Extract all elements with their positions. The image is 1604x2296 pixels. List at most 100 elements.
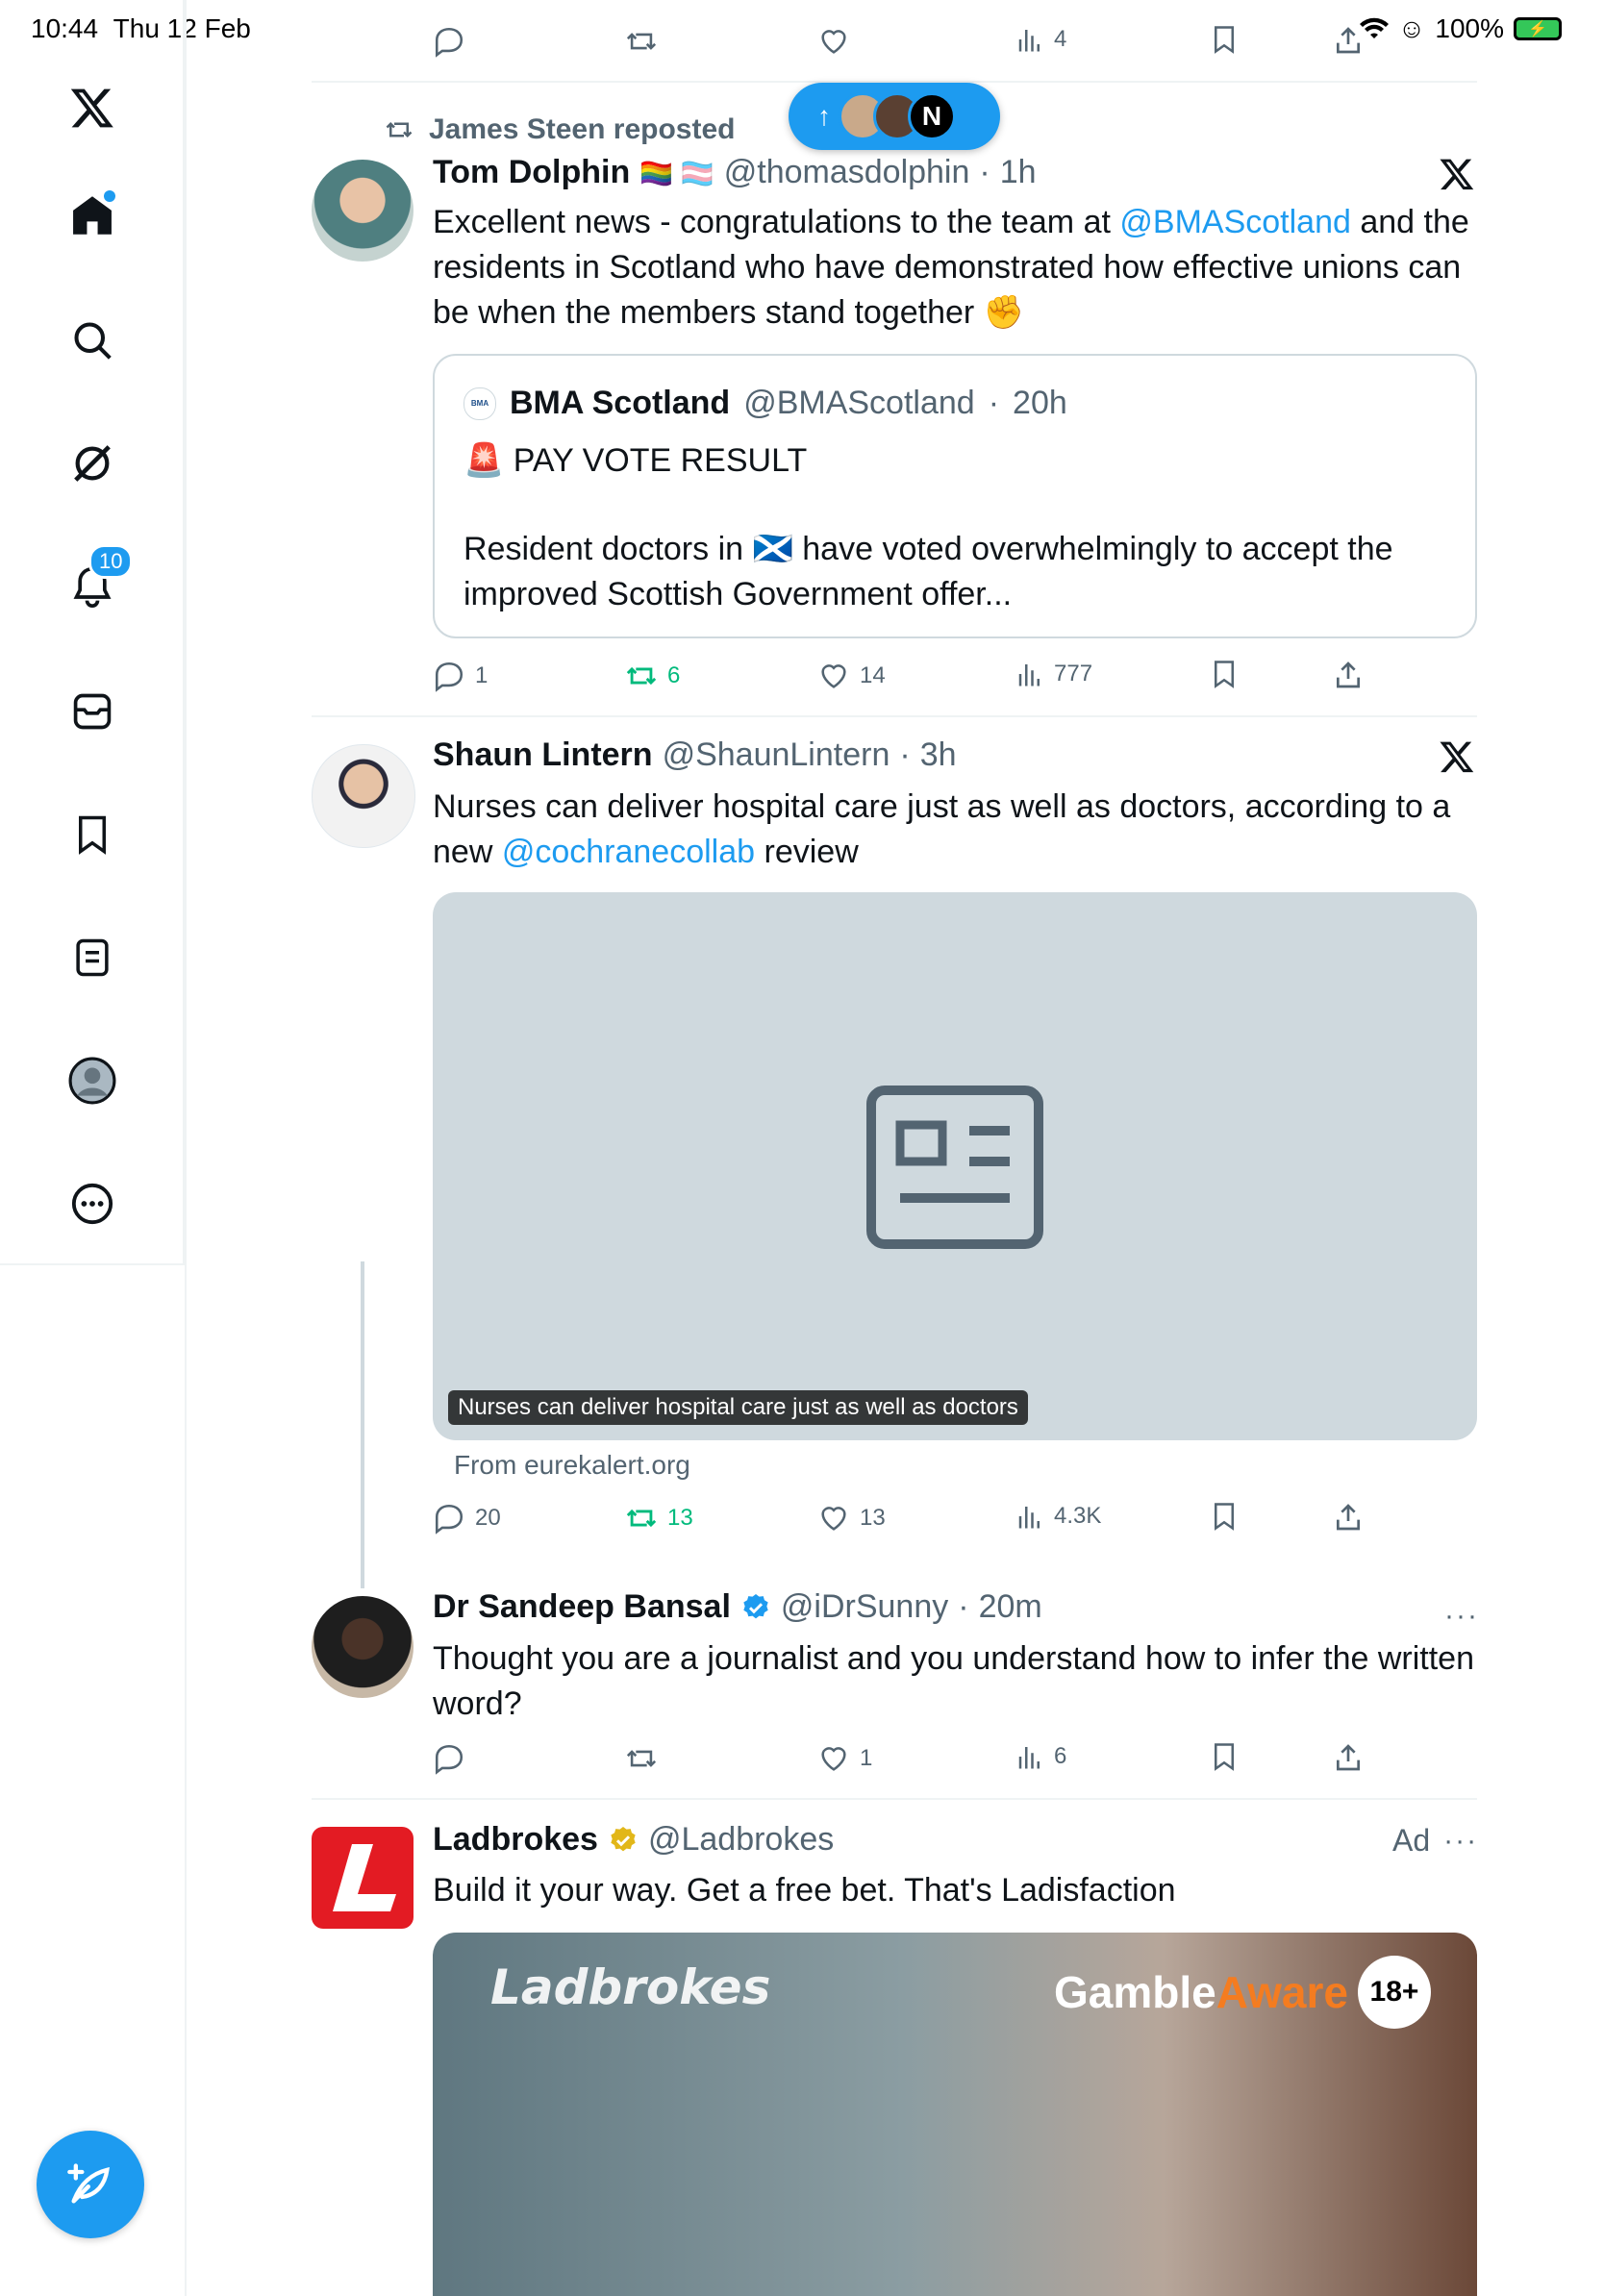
reply-button[interactable]: 1 (433, 660, 488, 692)
avatar: BMA (464, 387, 496, 420)
reply-button[interactable]: 20 (433, 1502, 501, 1535)
reply-button[interactable] (433, 25, 465, 58)
reply-icon (435, 661, 464, 692)
quote-author-handle: @BMAScotland (743, 385, 975, 421)
repost-icon (626, 1750, 657, 1767)
repost-icon (626, 33, 657, 50)
grok-icon[interactable] (67, 438, 117, 488)
author-handle[interactable]: @Ladbrokes (648, 1821, 834, 1859)
post-header: Dr Sandeep Bansal @iDrSunny · 20m (433, 1588, 1042, 1626)
more-icon[interactable] (67, 1179, 117, 1229)
link-source[interactable]: From eurekalert.org (454, 1450, 690, 1481)
ad-brand-overlay: Ladbrokes (490, 1959, 771, 2015)
repost-icon (626, 1509, 657, 1528)
heart-icon (821, 1507, 846, 1531)
avatar[interactable] (312, 1596, 414, 1698)
arrow-up-icon: ↑ (817, 101, 831, 131)
views-icon (1018, 1507, 1040, 1529)
home-unread-dot (104, 190, 115, 202)
like-button[interactable]: 14 (817, 660, 886, 692)
compose-post-button[interactable] (37, 2131, 144, 2238)
bookmark-icon (1215, 1503, 1234, 1531)
share-button[interactable] (1333, 660, 1364, 690)
author-handle[interactable]: @iDrSunny (781, 1588, 948, 1626)
like-button[interactable]: 13 (817, 1502, 886, 1535)
home-icon[interactable] (67, 190, 117, 240)
bookmark-button[interactable] (1210, 1502, 1239, 1531)
new-posts-pill[interactable]: ↑ N (789, 83, 1000, 150)
bookmark-button[interactable] (1210, 660, 1239, 688)
author-handle[interactable]: @thomasdolphin (724, 154, 970, 191)
author-name[interactable]: Shaun Lintern (433, 736, 653, 774)
reply-button[interactable] (433, 1742, 465, 1775)
avatar: N (908, 92, 956, 140)
views-count: 4.3K (1054, 1503, 1102, 1529)
post-actions: 20 13 13 4.3K (433, 1502, 1394, 1540)
repost-button[interactable] (625, 1742, 658, 1775)
quoted-post[interactable]: BMA BMA Scotland @BMAScotland · 20h 🚨 PA… (433, 354, 1477, 638)
views-button[interactable]: 6 (1015, 1742, 1066, 1771)
more-options-icon[interactable]: ··· (1444, 1600, 1479, 1633)
repost-count: 13 (667, 1505, 693, 1531)
post-header: Ladbrokes @Ladbrokes (433, 1821, 834, 1859)
link-card-media[interactable]: Nurses can deliver hospital care just as… (433, 892, 1477, 1440)
post-actions: 1 6 14 777 (433, 660, 1394, 698)
share-icon (1337, 1744, 1360, 1771)
post-time[interactable]: 20m (979, 1588, 1042, 1626)
repost-button[interactable] (625, 25, 658, 58)
views-button[interactable]: 4.3K (1015, 1502, 1101, 1531)
more-options-icon[interactable]: ··· (1443, 1825, 1478, 1858)
repost-indicator: James Steen reposted (383, 113, 735, 146)
article-icon (866, 1086, 1043, 1249)
like-button[interactable] (817, 25, 850, 58)
share-icon (1337, 27, 1360, 54)
profile-icon[interactable] (67, 1056, 117, 1106)
author-name[interactable]: Ladbrokes (433, 1821, 598, 1859)
avatar[interactable] (312, 160, 414, 262)
author-name[interactable]: Dr Sandeep Bansal (433, 1588, 731, 1626)
like-count: 14 (860, 662, 886, 688)
author-handle[interactable]: @ShaunLintern (663, 736, 890, 774)
repost-label[interactable]: James Steen reposted (429, 113, 735, 146)
gold-verified-badge-icon (611, 1826, 636, 1851)
ad-media[interactable]: Ladbrokes Gamble Aware 18+ (433, 1933, 1477, 2296)
x-logo-icon[interactable] (67, 83, 117, 133)
views-button[interactable]: 4 (1015, 25, 1066, 54)
mention-link[interactable]: @cochranecollab (502, 834, 755, 870)
notifications-icon[interactable]: 10 (67, 544, 134, 611)
share-button[interactable] (1333, 1502, 1364, 1533)
share-button[interactable] (1333, 1742, 1364, 1773)
quote-author-name: BMA Scotland (510, 385, 731, 421)
quote-text: 🚨 PAY VOTE RESULT (464, 442, 808, 479)
verified-badge-icon (743, 1593, 768, 1618)
aware-text: Aware (1216, 1967, 1348, 2017)
like-button[interactable]: 1 (817, 1742, 872, 1775)
like-count: 13 (860, 1505, 886, 1531)
search-icon[interactable] (67, 315, 117, 365)
bookmarks-icon[interactable] (67, 810, 117, 860)
messages-icon[interactable] (67, 686, 117, 736)
post-text-part: review (755, 834, 859, 870)
avatar[interactable] (312, 744, 415, 848)
repost-button[interactable]: 13 (625, 1502, 693, 1535)
views-count: 777 (1054, 661, 1093, 686)
share-button[interactable] (1333, 25, 1364, 56)
author-name[interactable]: Tom Dolphin (433, 154, 630, 191)
ladbrokes-l-icon (333, 1844, 396, 1911)
ladbrokes-logo[interactable] (312, 1827, 414, 1929)
quote-time: 20h (1013, 385, 1067, 421)
bookmark-icon (1215, 661, 1234, 688)
reply-count: 20 (475, 1505, 501, 1531)
bookmark-button[interactable] (1210, 25, 1239, 54)
reply-icon (435, 27, 464, 58)
post-time[interactable]: 1h (1000, 154, 1037, 191)
post-time[interactable]: 3h (920, 736, 957, 774)
views-button[interactable]: 777 (1015, 660, 1092, 688)
bookmark-button[interactable] (1210, 1742, 1239, 1771)
x-icon (1439, 738, 1475, 780)
post-text: Build it your way. Get a free bet. That'… (433, 1872, 1176, 1909)
repost-button[interactable]: 6 (625, 660, 680, 692)
mention-link[interactable]: @BMAScotland (1119, 204, 1351, 240)
heart-icon (821, 1747, 846, 1771)
lists-icon[interactable] (67, 933, 117, 983)
